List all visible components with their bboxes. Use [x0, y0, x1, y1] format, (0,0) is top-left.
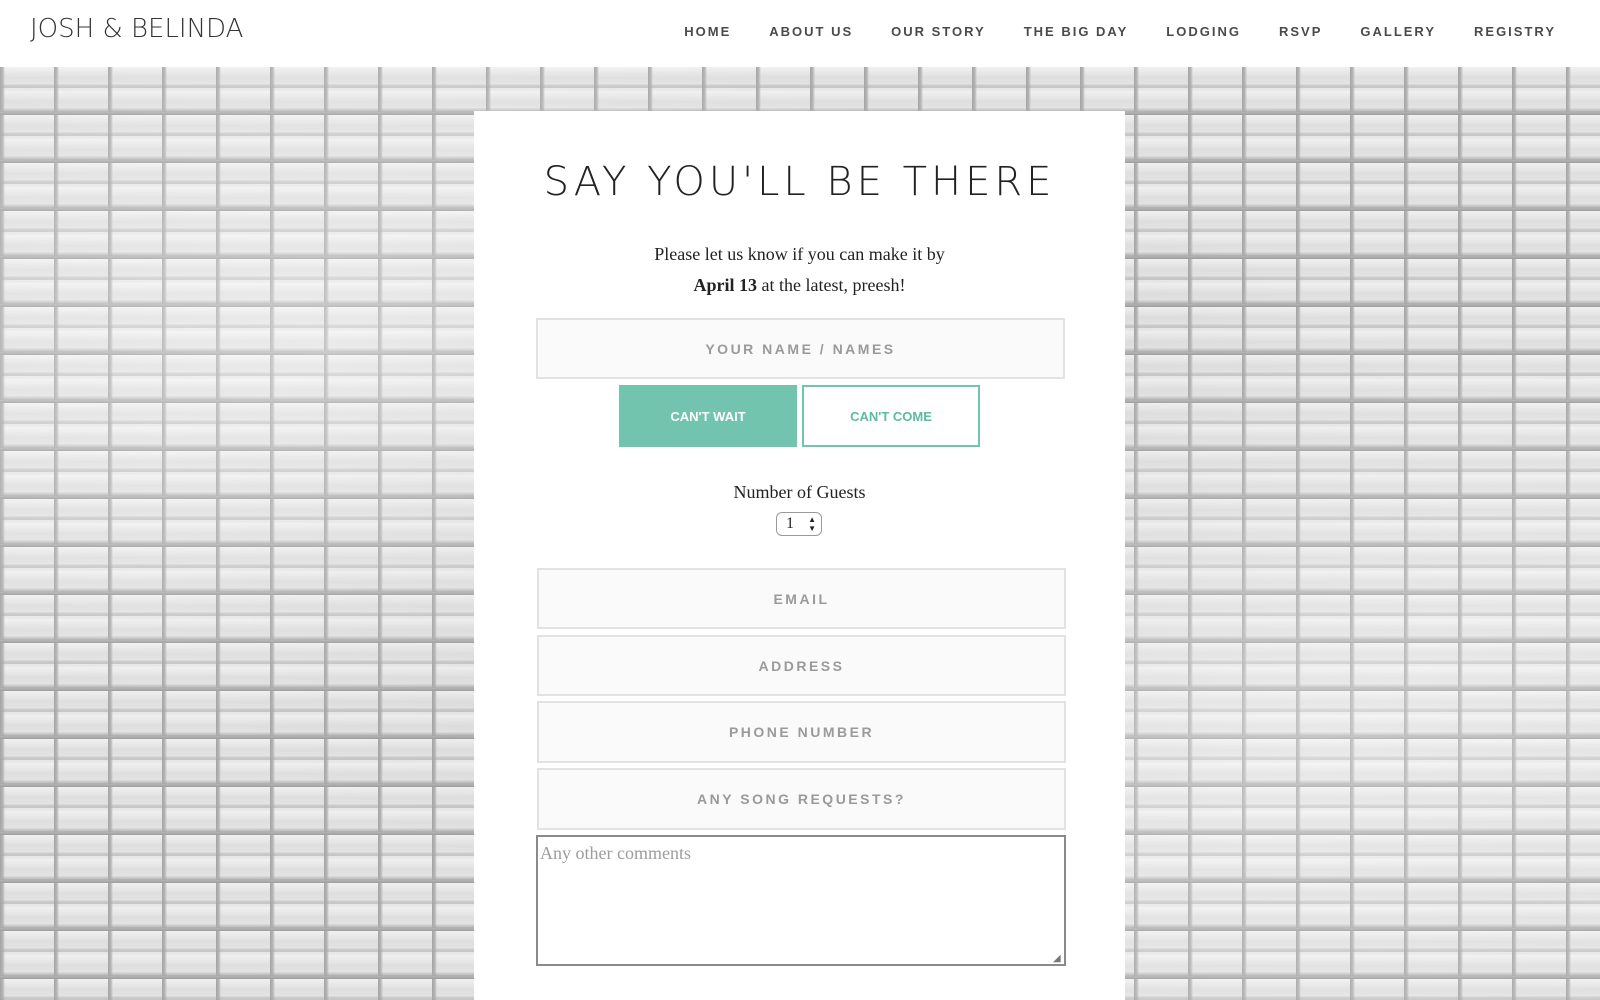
- cant-wait-button[interactable]: CAN'T WAIT: [619, 385, 797, 447]
- nav-the-big-day[interactable]: THE BIG DAY: [1024, 24, 1129, 39]
- guests-value: 1: [786, 515, 794, 532]
- nav-gallery[interactable]: GALLERY: [1360, 24, 1436, 39]
- comments-textarea[interactable]: [536, 835, 1066, 966]
- guests-label: Number of Guests: [733, 482, 866, 502]
- nav-lodging[interactable]: LODGING: [1166, 24, 1241, 39]
- site-brand[interactable]: JOSH & BELINDA: [30, 14, 243, 44]
- email-input[interactable]: [537, 568, 1066, 629]
- rsvp-card: SAY YOU'LL BE THERE Please let us know i…: [474, 111, 1125, 1000]
- main-nav: HOME ABOUT US OUR STORY THE BIG DAY LODG…: [646, 24, 1556, 39]
- intro-line-1: Please let us know if you can make it by: [654, 244, 945, 264]
- resize-handle-icon[interactable]: ◢: [1053, 954, 1063, 964]
- song-requests-input[interactable]: [537, 768, 1066, 830]
- nav-registry[interactable]: REGISTRY: [1474, 24, 1556, 39]
- nav-rsvp[interactable]: RSVP: [1279, 24, 1322, 39]
- site-header: JOSH & BELINDA HOME ABOUT US OUR STORY T…: [0, 0, 1600, 67]
- nav-home[interactable]: HOME: [684, 24, 731, 39]
- rsvp-intro: Please let us know if you can make it by…: [474, 239, 1125, 301]
- address-input[interactable]: [537, 635, 1066, 696]
- phone-input[interactable]: [537, 701, 1066, 763]
- nav-about-us[interactable]: ABOUT US: [769, 24, 853, 39]
- rsvp-deadline: April 13: [693, 275, 758, 295]
- guests-stepper[interactable]: 1 ▲ ▼: [776, 512, 822, 536]
- page-title: SAY YOU'LL BE THERE: [543, 159, 1056, 205]
- cant-come-button[interactable]: CAN'T COME: [802, 385, 980, 447]
- stepper-arrows-icon[interactable]: ▲ ▼: [808, 515, 816, 533]
- name-input[interactable]: [536, 318, 1065, 379]
- nav-our-story[interactable]: OUR STORY: [891, 24, 986, 39]
- intro-line-2: at the latest, preesh!: [757, 275, 906, 295]
